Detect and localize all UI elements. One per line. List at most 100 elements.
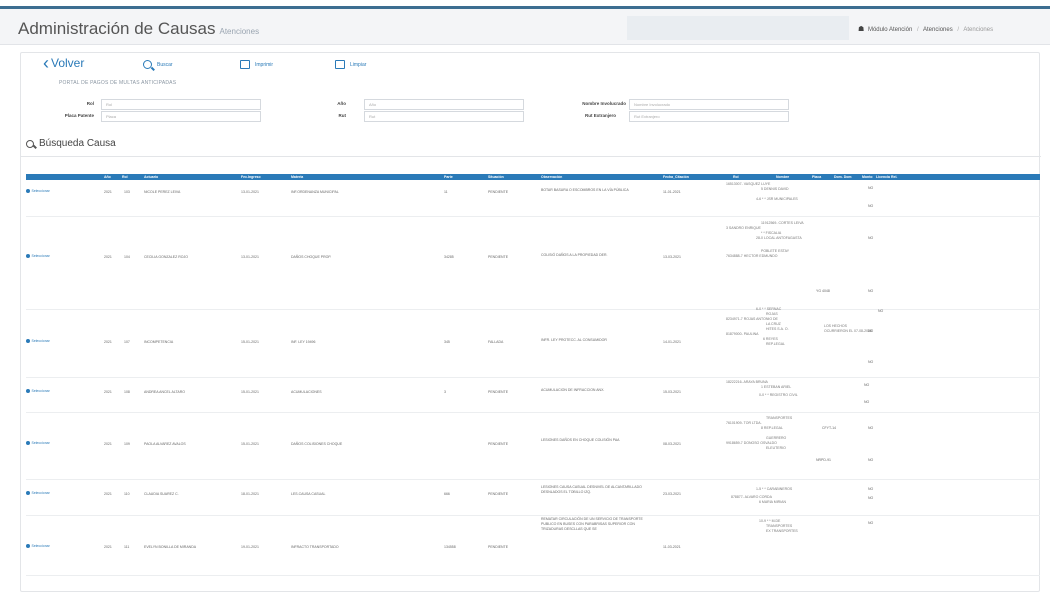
cell-fec-ingreso: 13-01-2021: [241, 190, 259, 194]
table-row[interactable]: Seleccionar 2021 103 NICOLE PEREZ LEIVA …: [26, 180, 1040, 217]
chevron-left-icon: ‹: [43, 53, 49, 73]
cell-situacion: PENDIENTE: [488, 390, 509, 394]
select-link[interactable]: Seleccionar: [26, 544, 50, 548]
placa-label: Placa Patente: [64, 113, 94, 118]
cell-anio: 2021: [104, 442, 112, 446]
breadcrumb-item-modulo[interactable]: Módulo Atención: [868, 27, 912, 33]
cell-rol: 108: [124, 390, 130, 394]
breadcrumb-separator: /: [957, 27, 960, 33]
copy-icon: [335, 60, 345, 69]
select-link[interactable]: Seleccionar: [26, 254, 50, 258]
cell-rol: 111: [124, 545, 130, 549]
rut-label: Rut: [338, 113, 347, 118]
cell-rol: 103: [124, 190, 130, 194]
cell-materia: DAÑOS CHOQUE PROP.: [291, 255, 332, 259]
home-icon[interactable]: ☗: [858, 26, 864, 33]
breadcrumb-item-current: Atenciones: [963, 27, 994, 33]
nombre-input[interactable]: Nombre Involucrado: [629, 99, 789, 110]
select-label: Seleccionar: [31, 254, 50, 258]
volver-button[interactable]: ‹ Volver: [43, 53, 84, 73]
cell-parte: 345: [444, 340, 450, 344]
portal-title: PORTAL DE PAGOS DE MULTAS ANTICIPADAS: [59, 80, 177, 86]
page-title: Administración de Causas Atenciones: [18, 19, 259, 39]
cell-anio: 2021: [104, 340, 112, 344]
table-row[interactable]: Seleccionar 2021 111 EVELYN BONILLA DE M…: [26, 516, 1040, 576]
cell-rol: 110: [124, 492, 130, 496]
cell-licencia: NO: [868, 496, 874, 500]
cell-licencia: NO: [868, 236, 874, 240]
cell-fec-ingreso: 15-01-2021: [241, 390, 259, 394]
buscar-button[interactable]: Buscar: [143, 60, 173, 69]
cell-fec-ingreso: 18-01-2021: [241, 492, 259, 496]
select-link[interactable]: Seleccionar: [26, 441, 50, 445]
rut-extranjero-label: Rut Extranjero: [584, 113, 616, 118]
cell-licencia: NO: [868, 426, 874, 430]
table-row[interactable]: Seleccionar 2021 109 PAOLA ALVAREZ AVALO…: [26, 413, 1040, 480]
table-row[interactable]: Seleccionar 2021 110 CLAUDIA SUAREZ C. 1…: [26, 480, 1040, 516]
cell-anio: 2021: [104, 190, 112, 194]
check-circle-icon: [26, 389, 30, 393]
select-link[interactable]: Seleccionar: [26, 491, 50, 495]
check-circle-icon: [26, 339, 30, 343]
cell-fec-ingreso: 19-01-2021: [241, 545, 259, 549]
rol-label: Rol: [86, 101, 94, 106]
cell-materia: LES.CAUSA CASUAL: [291, 492, 326, 496]
imprimir-button[interactable]: Imprimir: [240, 60, 273, 69]
cell-fec-ingreso: 15-01-2021: [241, 340, 259, 344]
cell-materia: DAÑOS COLISIONES CHOQUE: [291, 442, 343, 446]
cell-observacion: INFR. LEY PROTECC. AL CONSUMIDOR: [541, 338, 607, 342]
section-title-text: Búsqueda Causa: [39, 138, 116, 149]
cell-actuario: PAOLA ALVAREZ AVALOS: [144, 442, 186, 446]
placa-input[interactable]: Placa: [101, 111, 261, 122]
select-link[interactable]: Seleccionar: [26, 189, 50, 193]
check-circle-icon: [26, 441, 30, 445]
breadcrumb-separator: /: [917, 27, 919, 33]
related-line: 0-0 * * REGISTRO CIVIL: [759, 393, 798, 397]
table-row[interactable]: Seleccionar 2021 108 ANDREA ANCEL ALTARO…: [26, 378, 1040, 413]
search-section-title: Búsqueda Causa: [26, 138, 116, 149]
cell-actuario: NICOLE PEREZ LEIVA: [144, 190, 181, 194]
cell-fecha-citacion: 11-03-2021: [663, 545, 681, 549]
cell-fecha-citacion: 11-01-2021: [663, 190, 681, 194]
cell-placa: NRPD-91: [816, 458, 831, 462]
header-blank-area: [627, 16, 849, 40]
limpiar-button[interactable]: Limpiar: [335, 60, 366, 69]
cell-situacion: PENDIENTE: [488, 190, 509, 194]
breadcrumb-item-atenciones[interactable]: Atenciones: [923, 27, 953, 33]
nombre-label: Nombre Involucrado: [582, 101, 626, 106]
dom-line: OCURRIERON EL 07-08-2020: [824, 329, 872, 333]
search-icon: [143, 60, 152, 69]
cell-licencia: NO: [878, 309, 884, 313]
table-row[interactable]: Seleccionar 2021 104 CECILIA GONZALEZ RO…: [26, 217, 1040, 310]
cell-related-parties: 6-0 * * SERNAC ROJAS 8234971-7 ROJAS ANT…: [726, 307, 789, 347]
cell-dom: LOS HECHOS OCURRIERON EL 07-08-2020: [824, 324, 872, 334]
divider: [21, 156, 1041, 157]
related-line: 5 DENNIS DAVID: [761, 187, 789, 191]
rut-extranjero-input[interactable]: Rut Extranjero: [629, 111, 789, 122]
cell-related-parties: TRANSPORTES 76101909- TOR LTDA. 8 REP.LE…: [726, 416, 792, 451]
cell-fec-ingreso: 13-01-2021: [241, 255, 259, 259]
select-link[interactable]: Seleccionar: [26, 389, 50, 393]
cell-observacion: COLISIÓ DAÑOS A LA PROPIEDAD DER.: [541, 253, 608, 257]
page-title-text: Administración de Causas: [18, 19, 216, 38]
rut-input[interactable]: Rut: [364, 111, 524, 122]
select-link[interactable]: Seleccionar: [26, 339, 50, 343]
table-row[interactable]: Seleccionar 2021 107 INCOMPETENCIA 15-01…: [26, 307, 1040, 378]
cell-materia: INF. LEY 19496: [291, 340, 316, 344]
cell-fecha-citacion: 23-03-2021: [663, 492, 681, 496]
select-label: Seleccionar: [31, 491, 50, 495]
select-label: Seleccionar: [31, 189, 50, 193]
cell-licencia: NO: [868, 186, 874, 190]
cell-materia: INFRACTO TRANSPORTADO: [291, 545, 339, 549]
select-label: Seleccionar: [31, 544, 50, 548]
cell-parte: 3: [444, 390, 446, 394]
cell-actuario: INCOMPETENCIA: [144, 340, 174, 344]
cell-licencia: NO: [868, 458, 874, 462]
related-line: 7634888-7 HECTOR EDMUNDO: [726, 254, 778, 258]
rol-input[interactable]: Rol: [101, 99, 261, 110]
cell-parte: 134558: [444, 545, 456, 549]
cell-observacion: REMATAR CIRCULACIÓN DE UN SERVICIO DE TR…: [541, 517, 643, 531]
anio-input[interactable]: Año: [364, 99, 524, 110]
cell-licencia: NO: [868, 521, 874, 525]
cell-licencia: NO: [868, 289, 874, 293]
